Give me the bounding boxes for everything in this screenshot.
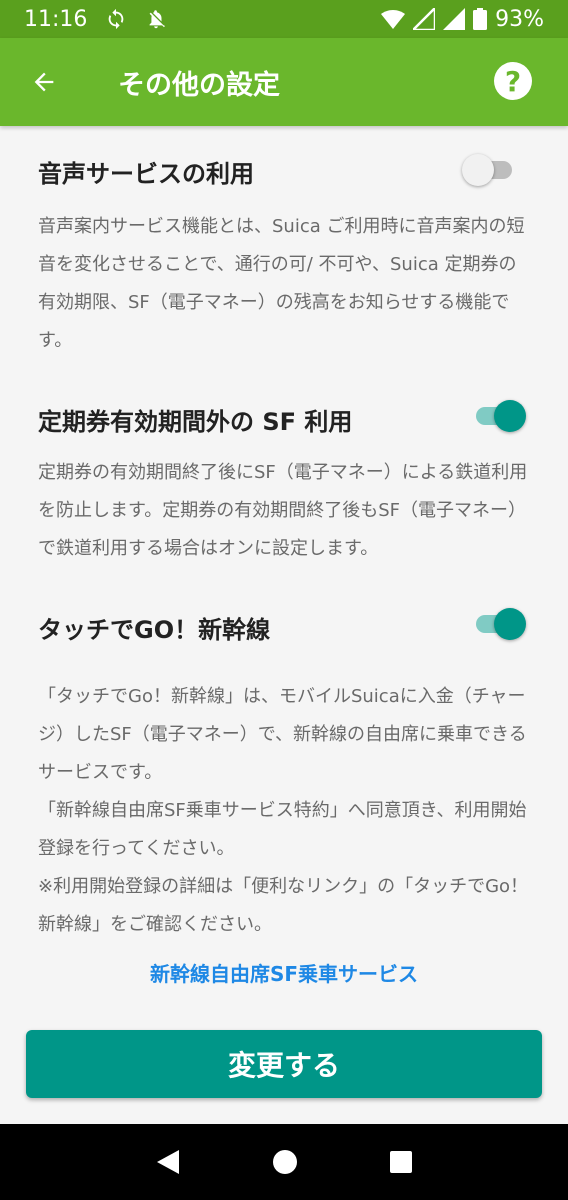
arrow-back-icon	[34, 72, 54, 92]
sf-outside-period-toggle[interactable]	[472, 396, 526, 436]
status-bar: 11:16 93%	[0, 0, 568, 38]
shinkansen-sf-service-link[interactable]: 新幹線自由席SF乗車サービス	[0, 958, 568, 987]
touch-go-toggle[interactable]	[472, 604, 526, 644]
signal-icon-2	[443, 8, 466, 30]
battery-icon	[473, 8, 488, 30]
nav-recents-icon[interactable]	[389, 1150, 413, 1174]
change-button[interactable]: 変更する	[26, 1030, 542, 1098]
signal-icon	[413, 8, 436, 30]
voice-service-title: 音声サービスの利用	[38, 160, 254, 188]
touch-go-title: タッチでGO！新幹線	[38, 616, 271, 644]
help-button[interactable]: ?	[494, 62, 532, 100]
page-title: その他の設定	[118, 69, 280, 101]
nav-back-icon[interactable]	[155, 1148, 181, 1176]
app-bar: その他の設定 ?	[0, 38, 568, 126]
touch-go-description: 「タッチでGo！新幹線」は、モバイルSuicaに入金（チャージ）したSF（電子マ…	[38, 686, 529, 935]
wifi-icon	[381, 10, 406, 29]
sf-outside-period-description: 定期券の有効期間終了後にSF（電子マネー）による鉄道利用を防止します。定期券の有…	[38, 462, 528, 559]
help-icon: ?	[504, 64, 522, 98]
voice-service-toggle[interactable]	[462, 150, 516, 190]
system-nav-bar	[0, 1124, 568, 1200]
notifications-off-icon	[149, 10, 166, 29]
voice-service-description: 音声案内サービス機能とは、Suica ご利用時に音声案内の短音を変化させることで…	[38, 216, 525, 351]
back-button[interactable]	[0, 38, 88, 126]
sync-icon	[109, 8, 124, 30]
status-time: 11:16	[24, 6, 88, 32]
nav-home-icon[interactable]	[272, 1149, 298, 1175]
sf-outside-period-title: 定期券有効期間外の SF 利用	[38, 408, 353, 436]
battery-level: 93%	[495, 6, 544, 32]
